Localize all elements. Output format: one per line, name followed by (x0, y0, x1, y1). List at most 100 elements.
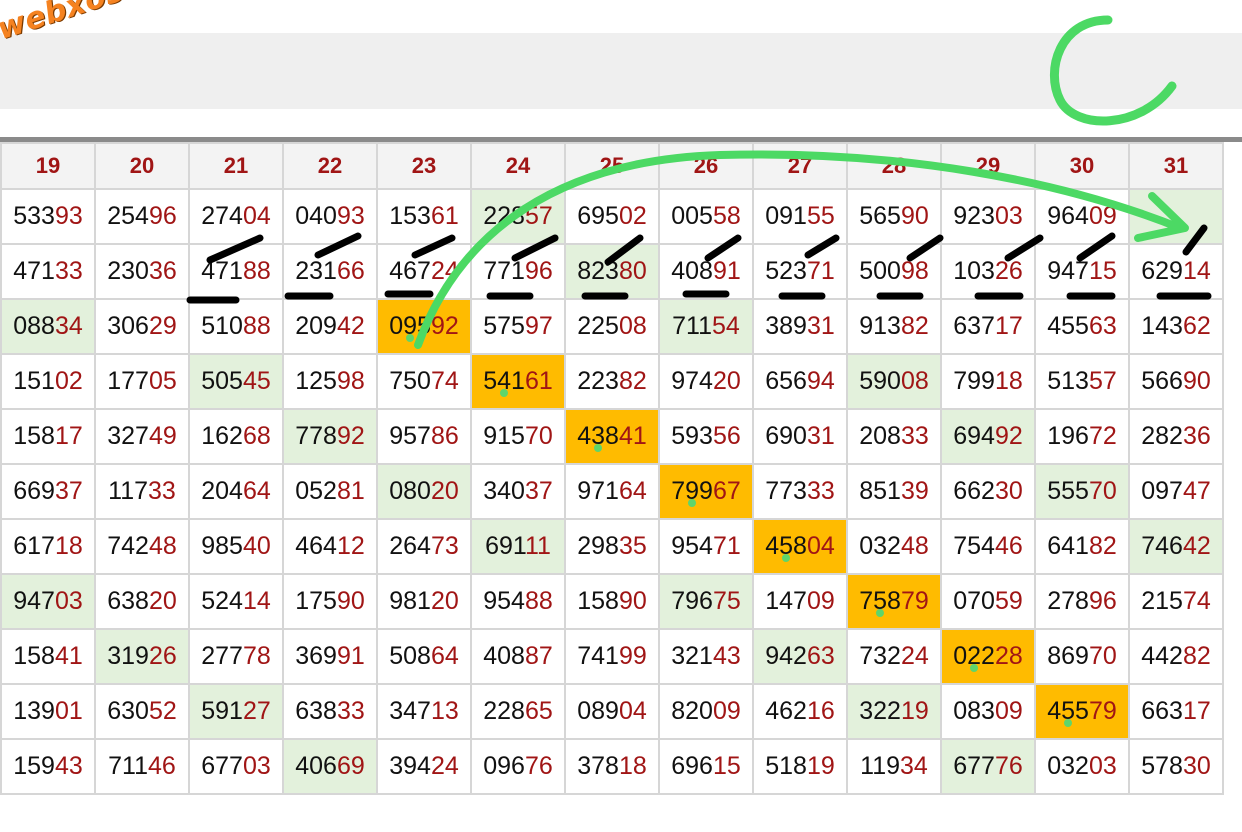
day-header-28: 28 (846, 142, 942, 190)
cell-tail-digits: 33 (900, 422, 929, 450)
cell-head-digits: 458 (765, 532, 807, 560)
result-cell: 09676 (470, 738, 566, 795)
result-cell: 66937 (0, 463, 96, 520)
result-cell (1128, 188, 1224, 245)
result-cell: 77892 (282, 408, 378, 465)
cell-tail-digits: 82 (1088, 532, 1117, 560)
cell-head-digits: 691 (485, 532, 525, 560)
cell-head-digits: 778 (295, 422, 337, 450)
cell-head-digits: 471 (13, 257, 55, 285)
cell-tail-digits: 82 (1182, 642, 1211, 670)
cell-head-digits: 225 (577, 312, 619, 340)
cell-tail-digits: 57 (524, 202, 553, 230)
cell-head-digits: 711 (108, 752, 149, 780)
cell-head-digits: 799 (953, 367, 995, 395)
cell-tail-digits: 18 (54, 532, 83, 560)
cell-tail-digits: 31 (806, 312, 835, 340)
result-cell: 59356 (658, 408, 754, 465)
header-bar (0, 33, 1242, 109)
cell-head-digits: 327 (107, 422, 149, 450)
result-cell: 73224 (846, 628, 942, 685)
result-cell: 15817 (0, 408, 96, 465)
cell-head-digits: 591 (201, 697, 243, 725)
cell-tail-digits: 18 (994, 367, 1023, 395)
cell-head-digits: 823 (577, 257, 619, 285)
result-cell: 32143 (658, 628, 754, 685)
cell-tail-digits: 11 (524, 532, 551, 560)
result-cell: 15361 (376, 188, 472, 245)
result-cell: 96409 (1034, 188, 1130, 245)
cell-head-digits: 947 (13, 587, 55, 615)
result-cell: 22857 (470, 188, 566, 245)
cell-tail-digits: 40 (242, 532, 271, 560)
cell-tail-digits: 88 (524, 587, 553, 615)
cell-head-digits: 820 (671, 697, 713, 725)
cell-tail-digits: 91 (336, 642, 365, 670)
result-cell: 85139 (846, 463, 942, 520)
cell-head-digits: 095 (389, 312, 431, 340)
result-cell: 79918 (940, 353, 1036, 410)
cell-tail-digits: 03 (242, 752, 271, 780)
result-cell: 47188 (188, 243, 284, 300)
result-cell: 14709 (752, 573, 848, 630)
cell-tail-digits: 48 (148, 532, 177, 560)
result-cell: 12598 (282, 353, 378, 410)
cell-tail-digits: 26 (148, 642, 177, 670)
cell-tail-digits: 20 (430, 587, 459, 615)
result-cell: 52371 (752, 243, 848, 300)
result-cell: 56690 (1128, 353, 1224, 410)
cell-head-digits: 274 (201, 202, 243, 230)
cell-head-digits: 533 (13, 202, 55, 230)
cell-tail-digits: 87 (524, 642, 553, 670)
cell-head-digits: 690 (765, 422, 807, 450)
result-cell: 75074 (376, 353, 472, 410)
result-cell: 08020 (376, 463, 472, 520)
cell-tail-digits: 03 (54, 587, 83, 615)
cell-tail-digits: 17 (1182, 697, 1211, 725)
day-header-22: 22 (282, 142, 378, 190)
cell-head-digits: 306 (107, 312, 149, 340)
result-cell: 45804 (752, 518, 848, 575)
result-cell: 37818 (564, 738, 660, 795)
cell-head-digits: 228 (483, 202, 525, 230)
table-row: 15817 32749 16268 77892 95786 91570 43841 59356… (0, 408, 1224, 465)
cell-tail-digits: 96 (148, 202, 177, 230)
result-cell: 46216 (752, 683, 848, 740)
cell-head-digits: 523 (765, 257, 807, 285)
result-cell: 13901 (0, 683, 96, 740)
result-cell: 17590 (282, 573, 378, 630)
result-cell: 08834 (0, 298, 96, 355)
cell-tail-digits: 41 (618, 422, 647, 450)
result-cell: 77196 (470, 243, 566, 300)
cell-head-digits: 505 (201, 367, 243, 395)
cell-head-digits: 032 (859, 532, 901, 560)
cell-tail-digits: 75 (712, 587, 741, 615)
result-cell: 40669 (282, 738, 378, 795)
result-cell: 67776 (940, 738, 1036, 795)
cell-tail-digits: 82 (900, 312, 929, 340)
cell-head-digits: 741 (577, 642, 619, 670)
cell-head-digits: 322 (859, 697, 901, 725)
cell-head-digits: 209 (295, 312, 337, 340)
result-cell: 27778 (188, 628, 284, 685)
result-cell: 21574 (1128, 573, 1224, 630)
result-cell: 20464 (188, 463, 284, 520)
cell-tail-digits: 81 (336, 477, 365, 505)
cell-head-digits: 629 (1141, 257, 1183, 285)
results-body: 53393 25496 27404 04093 15361 22857 69502 00558… (0, 188, 1224, 795)
result-cell: 79967 (658, 463, 754, 520)
cell-tail-digits: 43 (54, 752, 83, 780)
cell-head-digits: 319 (107, 642, 149, 670)
cell-tail-digits: 35 (618, 532, 647, 560)
result-cell: 31926 (94, 628, 190, 685)
cell-tail-digits: 71 (806, 257, 835, 285)
cell-tail-digits: 65 (524, 697, 553, 725)
cell-tail-digits: 79 (1088, 697, 1117, 725)
result-cell: 63052 (94, 683, 190, 740)
cell-tail-digits: 64 (242, 477, 271, 505)
cell-head-digits: 089 (577, 697, 619, 725)
cell-head-digits: 593 (671, 422, 713, 450)
day-header-24: 24 (470, 142, 566, 190)
result-cell: 82009 (658, 683, 754, 740)
cell-tail-digits: 46 (994, 532, 1023, 560)
